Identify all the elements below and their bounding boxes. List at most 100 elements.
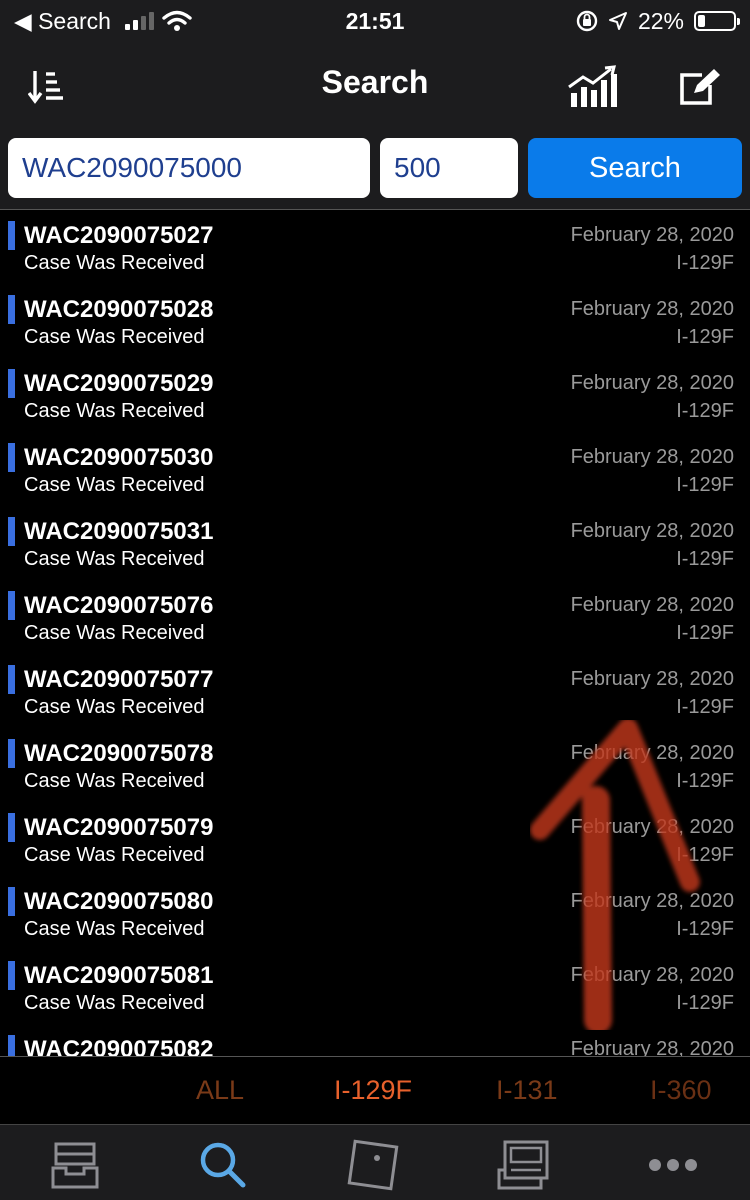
case-form-type: I-129F <box>676 696 734 718</box>
case-date: February 28, 2020 <box>570 224 734 246</box>
list-item[interactable]: WAC2090075082 February 28, 2020 <box>0 1025 750 1056</box>
case-date: February 28, 2020 <box>570 298 734 320</box>
case-date: February 28, 2020 <box>570 890 734 912</box>
more-icon <box>649 1159 697 1171</box>
count-input[interactable] <box>380 138 518 198</box>
case-number: WAC2090075078 <box>24 740 214 767</box>
status-bar: ◀ Search 21:51 22% <box>0 0 750 42</box>
tab-news[interactable] <box>493 1137 553 1193</box>
status-marker <box>8 813 15 842</box>
status-marker <box>8 887 15 916</box>
case-date: February 28, 2020 <box>570 964 734 986</box>
cellular-signal-icon <box>124 12 154 30</box>
case-status: Case Was Received <box>24 844 205 866</box>
tab-card[interactable] <box>343 1137 403 1193</box>
case-status: Case Was Received <box>24 400 205 422</box>
navigation-bar: Search <box>0 42 750 130</box>
case-form-type: I-129F <box>676 770 734 792</box>
filter-i-131[interactable]: I-131 <box>496 1075 558 1106</box>
list-item[interactable]: WAC2090075079 Case Was Received February 2… <box>0 803 750 877</box>
status-marker <box>8 1035 15 1056</box>
tab-more[interactable] <box>643 1137 703 1193</box>
status-marker <box>8 221 15 250</box>
case-number: WAC2090075029 <box>24 370 214 397</box>
rotation-lock-icon <box>576 10 598 32</box>
case-number: WAC2090075027 <box>24 222 214 249</box>
case-date: February 28, 2020 <box>570 372 734 394</box>
page-title: Search <box>321 64 429 100</box>
news-icon <box>497 1140 549 1190</box>
case-form-type: I-129F <box>676 474 734 496</box>
case-date: February 28, 2020 <box>570 446 734 468</box>
status-marker <box>8 443 15 472</box>
case-form-type: I-129F <box>676 252 734 274</box>
status-left: ◀ Search <box>14 8 192 35</box>
filter-i-360[interactable]: I-360 <box>650 1075 712 1106</box>
chart-button[interactable] <box>566 60 620 114</box>
tab-inbox[interactable] <box>45 1137 105 1193</box>
edit-button[interactable] <box>672 60 726 114</box>
back-to-search-link[interactable]: ◀ Search <box>14 8 111 35</box>
case-number: WAC2090075080 <box>24 888 214 915</box>
case-date: February 28, 2020 <box>570 1038 734 1056</box>
list-item[interactable]: WAC2090075028 Case Was Received February 2… <box>0 285 750 359</box>
case-list[interactable]: WAC2090075027 Case Was Received February 2… <box>0 211 750 1056</box>
case-status: Case Was Received <box>24 548 205 570</box>
case-form-type: I-129F <box>676 622 734 644</box>
search-button[interactable]: Search <box>528 138 742 198</box>
battery-percent: 22% <box>637 7 684 34</box>
case-status: Case Was Received <box>24 770 205 792</box>
inbox-icon <box>51 1142 99 1189</box>
list-item[interactable]: WAC2090075027 Case Was Received February 2… <box>0 211 750 285</box>
chart-icon <box>568 65 617 107</box>
case-form-type: I-129F <box>676 992 734 1014</box>
status-marker <box>8 961 15 990</box>
filter-i-129f[interactable]: I-129F <box>334 1075 412 1106</box>
status-marker <box>8 591 15 620</box>
case-status: Case Was Received <box>24 326 205 348</box>
status-marker <box>8 295 15 324</box>
case-status: Case Was Received <box>24 696 205 718</box>
case-form-type: I-129F <box>676 918 734 940</box>
case-date: February 28, 2020 <box>570 594 734 616</box>
list-item[interactable]: WAC2090075031 Case Was Received February 2… <box>0 507 750 581</box>
list-item[interactable]: WAC2090075076 Case Was Received February 2… <box>0 581 750 655</box>
case-status: Case Was Received <box>24 992 205 1014</box>
list-item[interactable]: WAC2090075029 Case Was Received February 2… <box>0 359 750 433</box>
case-number: WAC2090075081 <box>24 962 214 989</box>
edit-icon <box>680 69 720 105</box>
case-number: WAC2090075028 <box>24 296 214 323</box>
tab-search[interactable] <box>193 1137 253 1193</box>
case-form-type: I-129F <box>676 844 734 866</box>
case-number: WAC2090075030 <box>24 444 214 471</box>
status-marker <box>8 517 15 546</box>
case-number-input[interactable] <box>8 138 370 198</box>
list-item[interactable]: WAC2090075080 Case Was Received February 2… <box>0 877 750 951</box>
list-item[interactable]: WAC2090075030 Case Was Received February 2… <box>0 433 750 507</box>
case-date: February 28, 2020 <box>570 742 734 764</box>
search-row: Search <box>0 130 750 210</box>
case-status: Case Was Received <box>24 474 205 496</box>
list-item[interactable]: WAC2090075081 Case Was Received February 2… <box>0 951 750 1025</box>
case-form-type: I-129F <box>676 548 734 570</box>
case-number: WAC2090075031 <box>24 518 214 545</box>
case-form-type: I-129F <box>676 326 734 348</box>
case-date: February 28, 2020 <box>570 520 734 542</box>
case-number: WAC2090075079 <box>24 814 214 841</box>
location-icon <box>608 12 627 30</box>
list-item[interactable]: WAC2090075077 Case Was Received February 2… <box>0 655 750 729</box>
case-date: February 28, 2020 <box>570 816 734 838</box>
status-marker <box>8 739 15 768</box>
status-marker <box>8 369 15 398</box>
list-item[interactable]: WAC2090075078 Case Was Received February 2… <box>0 729 750 803</box>
battery-icon <box>694 11 740 31</box>
filter-all[interactable]: ALL <box>196 1075 244 1106</box>
wifi-icon <box>162 10 192 31</box>
case-form-type: I-129F <box>676 400 734 422</box>
status-right: 22% <box>576 7 740 35</box>
tab-bar <box>0 1124 750 1200</box>
case-status: Case Was Received <box>24 918 205 940</box>
case-number: WAC2090075077 <box>24 666 214 693</box>
battery-level <box>698 15 706 27</box>
case-date: February 28, 2020 <box>570 668 734 690</box>
